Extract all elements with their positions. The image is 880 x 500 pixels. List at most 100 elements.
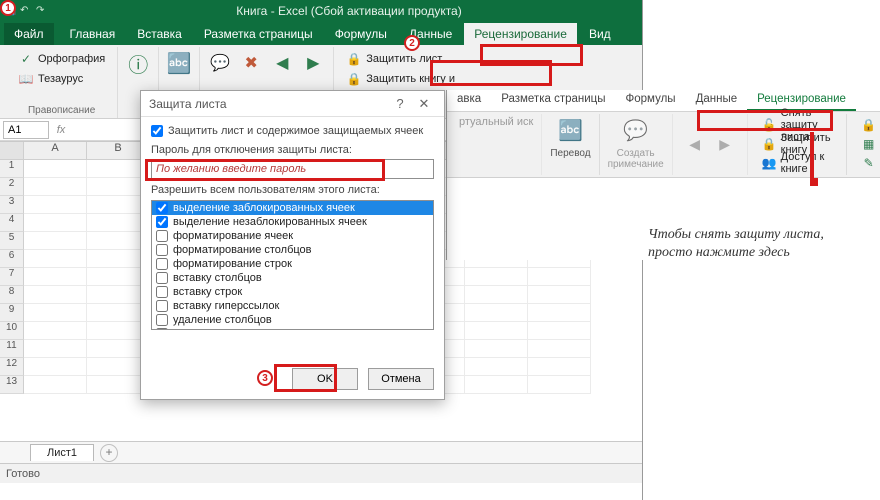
abc-icon: ✓ (18, 51, 34, 67)
allow-label: Разрешить всем пользователям этого листа… (151, 184, 434, 196)
cell[interactable] (24, 358, 87, 376)
sheet-tab-1[interactable]: Лист1 (30, 444, 94, 461)
tab2-data[interactable]: Данные (686, 90, 748, 111)
fx-icon[interactable]: fx (52, 124, 70, 136)
permission-option[interactable]: удаление столбцов (152, 313, 433, 327)
cell[interactable] (24, 232, 87, 250)
prev-comment-icon[interactable]: ◀ (268, 49, 296, 77)
permission-option[interactable]: вставку гиперссылок (152, 299, 433, 313)
share-workbook-button[interactable]: 👥Доступ к книге (756, 154, 838, 172)
row-header[interactable]: 6 (0, 250, 24, 268)
tab-review[interactable]: Рецензирование (464, 23, 577, 45)
protect-partial-button[interactable]: 🔒Защит (855, 116, 880, 134)
cell[interactable] (528, 286, 591, 304)
tab-file[interactable]: Файл (4, 23, 54, 45)
row-header[interactable]: 7 (0, 268, 24, 286)
cell[interactable] (465, 322, 528, 340)
cell[interactable] (528, 376, 591, 394)
cell[interactable] (465, 358, 528, 376)
new-comment-icon[interactable]: 💬 (206, 49, 234, 77)
row-header[interactable]: 2 (0, 178, 24, 196)
cell[interactable] (24, 304, 87, 322)
ok-button[interactable]: OK (292, 368, 358, 390)
translate-icon[interactable]: 🔤 (165, 49, 193, 77)
share-icon: 👥 (762, 155, 777, 171)
permission-option[interactable]: выделение незаблокированных ячеек (152, 215, 433, 229)
smart-lookup-icon[interactable]: ⓘ (124, 49, 152, 77)
thesaurus-button[interactable]: 📖Тезаурус (12, 69, 89, 89)
permission-option[interactable]: форматирование строк (152, 257, 433, 271)
cell[interactable] (24, 178, 87, 196)
tab-pagelayout[interactable]: Разметка страницы (194, 23, 323, 45)
permission-option[interactable]: удаление строк (152, 327, 433, 330)
select-all-corner[interactable] (0, 142, 24, 159)
cell[interactable] (24, 376, 87, 394)
row-header[interactable]: 5 (0, 232, 24, 250)
cell[interactable] (465, 304, 528, 322)
tab-home[interactable]: Главная (60, 23, 126, 45)
permission-option[interactable]: вставку строк (152, 285, 433, 299)
cell[interactable] (465, 376, 528, 394)
cell[interactable] (528, 340, 591, 358)
row-header[interactable]: 11 (0, 340, 24, 358)
new-comment-icon-right[interactable]: 💬 (622, 116, 650, 144)
allow-ranges-button[interactable]: ▦Разре (855, 135, 880, 153)
cell[interactable] (465, 286, 528, 304)
cell[interactable] (528, 322, 591, 340)
cell[interactable] (465, 340, 528, 358)
col-A[interactable]: A (24, 142, 87, 159)
row-header[interactable]: 3 (0, 196, 24, 214)
cell[interactable] (465, 268, 528, 286)
annotation-marker-2: 2 (404, 35, 420, 51)
spelling-button[interactable]: ✓Орфография (12, 49, 111, 69)
delete-comment-icon[interactable]: ✖ (237, 49, 265, 77)
password-input[interactable] (151, 159, 434, 179)
tab2-formulas[interactable]: Формулы (616, 90, 686, 111)
next-comment-icon-right: ▶ (711, 131, 739, 159)
cell[interactable] (24, 196, 87, 214)
permission-option[interactable]: форматирование столбцов (152, 243, 433, 257)
row-header[interactable]: 10 (0, 322, 24, 340)
row-header[interactable]: 1 (0, 160, 24, 178)
protect-workbook-button[interactable]: 🔒Защитить книгу и (340, 69, 461, 89)
row-header[interactable]: 9 (0, 304, 24, 322)
lock-partial-icon: 🔒 (861, 117, 877, 133)
protect-sheet-button[interactable]: 🔒Защитить лист (340, 49, 448, 69)
row-header[interactable]: 8 (0, 286, 24, 304)
cell[interactable] (24, 268, 87, 286)
tab-view[interactable]: Вид (579, 23, 621, 45)
dialog-help-icon[interactable]: ? (388, 96, 412, 111)
permission-option[interactable]: выделение заблокированных ячеек (152, 201, 433, 215)
tab2-insert[interactable]: авка (447, 90, 491, 111)
tab2-pagelayout[interactable]: Разметка страницы (491, 90, 615, 111)
cell[interactable] (24, 214, 87, 232)
dialog-close-icon[interactable]: ✕ (412, 96, 436, 112)
cell[interactable] (24, 286, 87, 304)
cell[interactable] (528, 304, 591, 322)
cell[interactable] (528, 268, 591, 286)
cell[interactable] (24, 250, 87, 268)
redo-icon[interactable]: ↷ (36, 5, 48, 17)
cell[interactable] (24, 160, 87, 178)
permissions-listbox[interactable]: выделение заблокированных ячееквыделение… (151, 200, 434, 330)
permission-option[interactable]: форматирование ячеек (152, 229, 433, 243)
titlebar: 💾 ↶ ↷ Книга - Excel (Сбой активации прод… (0, 0, 642, 22)
add-sheet-button[interactable]: + (100, 444, 118, 462)
cell[interactable] (24, 340, 87, 358)
translate-icon-right[interactable]: 🔤 (556, 116, 584, 144)
next-comment-icon[interactable]: ▶ (299, 49, 327, 77)
tab-insert[interactable]: Вставка (127, 23, 192, 45)
row-header[interactable]: 12 (0, 358, 24, 376)
row-header[interactable]: 13 (0, 376, 24, 394)
name-box[interactable] (3, 121, 49, 139)
undo-icon[interactable]: ↶ (20, 5, 32, 17)
cell[interactable] (24, 322, 87, 340)
permission-option[interactable]: вставку столбцов (152, 271, 433, 285)
tab-formulas[interactable]: Формулы (325, 23, 397, 45)
cell[interactable] (528, 358, 591, 376)
row-header[interactable]: 4 (0, 214, 24, 232)
protect-checkbox[interactable]: Защитить лист и содержимое защищаемых яч… (151, 125, 434, 137)
track-changes-button[interactable]: ✎Испра (855, 154, 880, 172)
protect-sheet-dialog: Защита листа ? ✕ Защитить лист и содержи… (140, 90, 445, 400)
cancel-button[interactable]: Отмена (368, 368, 434, 390)
